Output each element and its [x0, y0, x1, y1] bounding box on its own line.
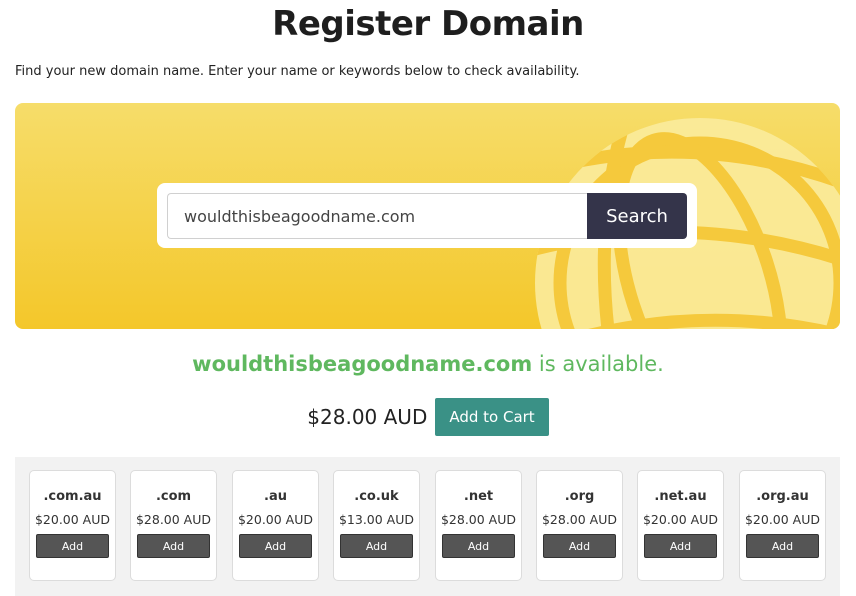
tld-add-button[interactable]: Add — [644, 534, 717, 558]
tld-price: $28.00 AUD — [541, 512, 618, 527]
tld-add-button[interactable]: Add — [340, 534, 413, 558]
availability-status: is available. — [532, 352, 664, 376]
tld-name: .au — [264, 489, 287, 504]
tld-price: $20.00 AUD — [237, 512, 314, 527]
tld-price: $20.00 AUD — [34, 512, 111, 527]
price-row: $28.00 AUD Add to Cart — [0, 397, 856, 437]
tld-add-button[interactable]: Add — [442, 534, 515, 558]
tld-name: .net.au — [654, 489, 707, 504]
tld-card: .com $28.00 AUD Add — [130, 470, 217, 581]
tld-add-button[interactable]: Add — [137, 534, 210, 558]
page-title: Register Domain — [272, 4, 584, 44]
search-box: Search — [157, 183, 697, 248]
tld-name: .net — [463, 489, 494, 504]
tld-card: .com.au $20.00 AUD Add — [29, 470, 116, 581]
tld-name: .org.au — [756, 489, 809, 504]
tld-price: $28.00 AUD — [135, 512, 212, 527]
tld-add-button[interactable]: Add — [36, 534, 109, 558]
search-button[interactable]: Search — [587, 193, 687, 239]
tld-card: .au $20.00 AUD Add — [232, 470, 319, 581]
tld-name: .co.uk — [354, 489, 399, 504]
tld-add-button[interactable]: Add — [746, 534, 819, 558]
tld-price: $20.00 AUD — [744, 512, 821, 527]
tld-name: .com.au — [43, 489, 102, 504]
tld-price: $20.00 AUD — [642, 512, 719, 527]
tld-name: .org — [564, 489, 595, 504]
tld-card: .net $28.00 AUD Add — [435, 470, 522, 581]
availability-message: wouldthisbeagoodname.com is available. — [0, 352, 856, 376]
tld-card: .net.au $20.00 AUD Add — [637, 470, 724, 581]
domain-search-input[interactable] — [167, 193, 587, 239]
tld-card: .co.uk $13.00 AUD Add — [333, 470, 420, 581]
tld-price: $13.00 AUD — [338, 512, 415, 527]
tld-price: $28.00 AUD — [440, 512, 517, 527]
tld-card: .org.au $20.00 AUD Add — [739, 470, 826, 581]
available-domain-name: wouldthisbeagoodname.com — [192, 352, 533, 376]
tld-add-button[interactable]: Add — [239, 534, 312, 558]
intro-text: Find your new domain name. Enter your na… — [15, 64, 580, 79]
tld-add-button[interactable]: Add — [543, 534, 616, 558]
domain-price: $28.00 AUD — [307, 405, 428, 429]
tld-name: .com — [155, 489, 192, 504]
tld-card: .org $28.00 AUD Add — [536, 470, 623, 581]
tld-suggestions-panel: .com.au $20.00 AUD Add .com $28.00 AUD A… — [15, 457, 840, 596]
add-to-cart-button[interactable]: Add to Cart — [435, 398, 549, 436]
